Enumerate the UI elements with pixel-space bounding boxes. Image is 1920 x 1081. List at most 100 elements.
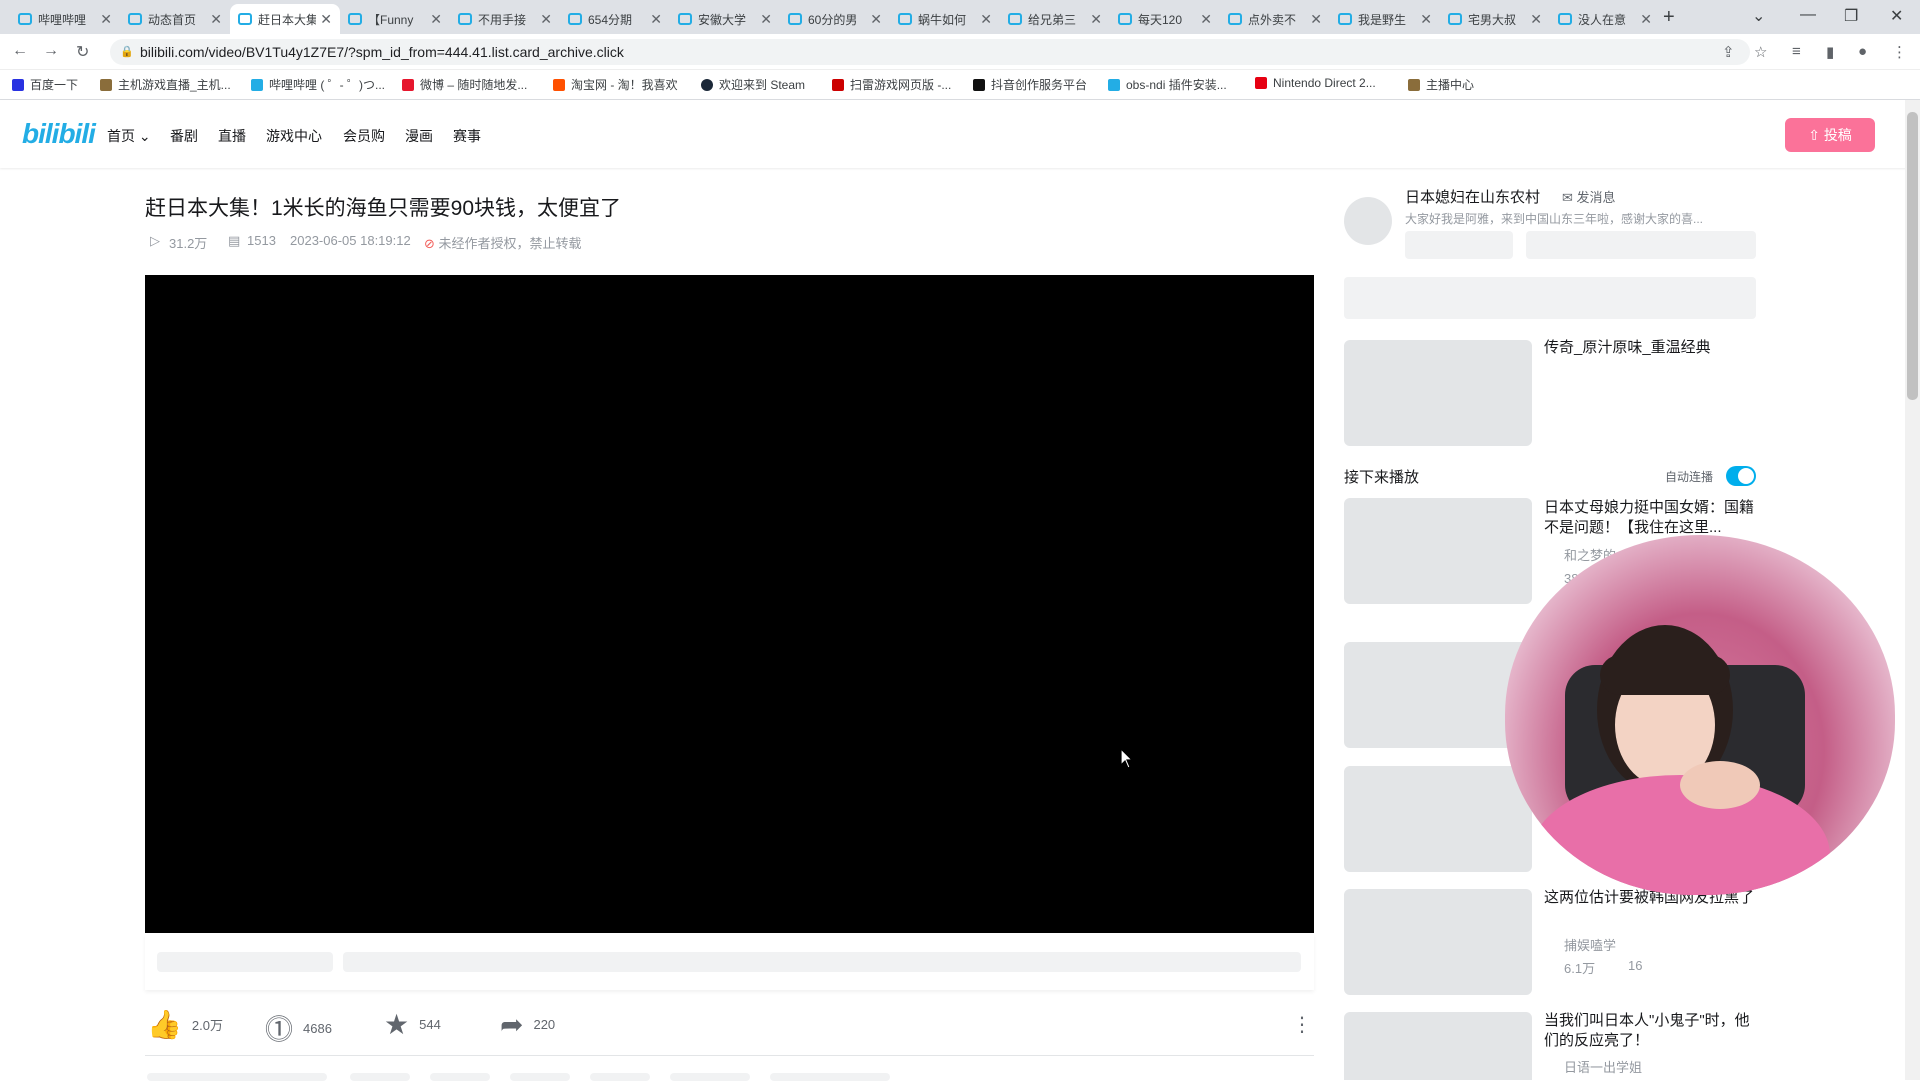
- bookmark-item[interactable]: 主播中心: [1408, 76, 1474, 93]
- coin-button[interactable]: ⓵ 4686: [265, 1008, 332, 1048]
- view-count: 31.2万: [169, 236, 208, 251]
- ad-thumbnail[interactable]: [1344, 340, 1532, 446]
- browser-tab-bar: 哔哩哔哩 ✕ 动态首页 ✕ 赶日本大集 ✕ 【Funny ✕ 不用手接 ✕ 654分期 ✕ …: [0, 0, 1920, 34]
- close-icon[interactable]: ✕: [1090, 11, 1102, 28]
- browser-tab-active[interactable]: 赶日本大集 ✕: [230, 4, 340, 34]
- close-icon[interactable]: ✕: [100, 11, 112, 28]
- browser-tab[interactable]: 没人在意 ✕: [1550, 4, 1660, 34]
- nav-bangumi[interactable]: 番剧: [170, 126, 198, 146]
- video-player[interactable]: [145, 275, 1314, 933]
- tab-search-icon[interactable]: ⌄: [1752, 6, 1765, 26]
- skeleton-placeholder: [157, 952, 333, 972]
- share-button[interactable]: ➦ 220: [500, 1008, 555, 1041]
- video-card-title[interactable]: 日本丈母娘力挺中国女婿：国籍不是问题！【我住在这里...: [1544, 498, 1756, 538]
- favorite-button[interactable]: ★ 544: [384, 1008, 441, 1041]
- autoplay-toggle[interactable]: [1726, 466, 1756, 486]
- bookmark-item[interactable]: 百度一下: [12, 76, 78, 93]
- bookmark-item[interactable]: 淘宝网 - 淘！我喜欢: [553, 76, 678, 93]
- close-icon[interactable]: ✕: [1640, 11, 1652, 28]
- nav-game-center[interactable]: 游戏中心: [266, 126, 322, 146]
- upload-icon: ⇧: [1808, 127, 1820, 143]
- close-icon[interactable]: ✕: [760, 11, 772, 28]
- site-header: bilibili 首页 ⌄ 番剧 直播 游戏中心 会员购 漫画 赛事 ⇧ 投稿: [0, 100, 1920, 168]
- video-card-thumbnail[interactable]: [1344, 766, 1532, 872]
- play-count-icon: ▷: [150, 233, 160, 248]
- more-options-icon[interactable]: ⋮: [1292, 1012, 1312, 1037]
- send-message-button[interactable]: ✉ 发消息: [1562, 187, 1616, 206]
- media-icon[interactable]: ≡: [1792, 43, 1801, 60]
- nav-vip-shop[interactable]: 会员购: [343, 126, 385, 146]
- menu-icon[interactable]: ⋮: [1892, 43, 1907, 61]
- back-icon[interactable]: ←: [12, 42, 28, 60]
- bookmarks-bar: 百度一下 主机游戏直播_主机... 哔哩哔哩 ( ゜- ゜)つ... 微博 – …: [0, 70, 1920, 100]
- bilibili-logo[interactable]: bilibili: [22, 118, 96, 150]
- bookmark-item[interactable]: obs-ndi 插件安装...: [1108, 76, 1227, 93]
- bookmark-item[interactable]: 欢迎来到 Steam: [701, 76, 805, 93]
- browser-tab[interactable]: 安徽大学 ✕: [670, 4, 780, 34]
- uploader-name[interactable]: 日本媳妇在山东农村: [1405, 186, 1540, 207]
- bilibili-tab-icon: [898, 13, 912, 25]
- reload-icon[interactable]: ↻: [76, 42, 89, 62]
- share-icon[interactable]: ⇪: [1722, 43, 1735, 61]
- nav-manga[interactable]: 漫画: [405, 126, 433, 146]
- bookmark-item[interactable]: 主机游戏直播_主机...: [100, 76, 231, 93]
- profile-icon[interactable]: ●: [1858, 43, 1867, 60]
- close-icon[interactable]: ✕: [980, 11, 992, 28]
- close-window-icon[interactable]: ✕: [1890, 6, 1903, 26]
- close-icon[interactable]: ✕: [540, 11, 552, 28]
- scrollbar-thumb[interactable]: [1907, 112, 1918, 400]
- close-icon[interactable]: ✕: [210, 11, 222, 28]
- like-button[interactable]: 👍 2.0万: [147, 1008, 223, 1041]
- browser-tab[interactable]: 哔哩哔哩 ✕: [10, 4, 120, 34]
- close-icon[interactable]: ✕: [1200, 11, 1212, 28]
- video-card-title[interactable]: 当我们叫日本人"小鬼子"时，他们的反应亮了！: [1544, 1011, 1756, 1051]
- restore-icon[interactable]: ❐: [1844, 6, 1858, 26]
- browser-tab[interactable]: 宅男大叔 ✕: [1440, 4, 1550, 34]
- close-icon[interactable]: ✕: [1310, 11, 1322, 28]
- bookmark-item[interactable]: 哔哩哔哩 ( ゜- ゜)つ...: [251, 76, 385, 93]
- close-icon[interactable]: ✕: [650, 11, 662, 28]
- bookmark-item[interactable]: 抖音创作服务平台: [973, 76, 1087, 93]
- minimize-icon[interactable]: —: [1800, 6, 1816, 24]
- browser-tab[interactable]: 我是野生 ✕: [1330, 4, 1440, 34]
- close-icon[interactable]: ✕: [1530, 11, 1542, 28]
- bookmark-star-icon[interactable]: ☆: [1754, 43, 1767, 61]
- close-icon[interactable]: ✕: [320, 11, 332, 28]
- browser-tab[interactable]: 点外卖不 ✕: [1220, 4, 1330, 34]
- bilibili-tab-icon: [128, 13, 142, 25]
- url-field[interactable]: 🔒 bilibili.com/video/BV1Tu4y1Z7E7/?spm_id…: [110, 39, 1750, 65]
- browser-tab[interactable]: 【Funny ✕: [340, 4, 450, 34]
- nav-esports[interactable]: 赛事: [453, 126, 481, 146]
- browser-tab[interactable]: 60分的男 ✕: [780, 4, 890, 34]
- video-card-thumbnail[interactable]: [1344, 642, 1532, 748]
- nav-home[interactable]: 首页 ⌄: [107, 126, 151, 146]
- browser-tab[interactable]: 每天120 ✕: [1110, 4, 1220, 34]
- video-card-author[interactable]: 日语一出学姐: [1564, 1057, 1642, 1076]
- upload-button[interactable]: ⇧ 投稿: [1785, 118, 1875, 152]
- bookmark-item[interactable]: Nintendo Direct 2...: [1255, 76, 1376, 90]
- bilibili-tab-icon: [568, 13, 582, 25]
- browser-tab[interactable]: 不用手接 ✕: [450, 4, 560, 34]
- close-icon[interactable]: ✕: [870, 11, 882, 28]
- ad-title[interactable]: 传奇_原汁原味_重温经典: [1544, 338, 1756, 358]
- video-card-author[interactable]: 捕娱嗑学: [1564, 935, 1616, 954]
- bilibili-tab-icon: [1008, 13, 1022, 25]
- video-card-thumbnail[interactable]: [1344, 498, 1532, 604]
- bookmark-item[interactable]: 微博 – 随时随地发...: [402, 76, 527, 93]
- browser-tab[interactable]: 蜗牛如何 ✕: [890, 4, 1000, 34]
- uploader-avatar[interactable]: [1344, 197, 1392, 245]
- browser-tab[interactable]: 654分期 ✕: [560, 4, 670, 34]
- mouse-cursor-icon: [1120, 748, 1134, 769]
- browser-tab[interactable]: 给兄弟三 ✕: [1000, 4, 1110, 34]
- bookmark-item[interactable]: 扫雷游戏网页版 -...: [832, 76, 951, 93]
- browser-tab[interactable]: 动态首页 ✕: [120, 4, 230, 34]
- nav-live[interactable]: 直播: [218, 126, 246, 146]
- close-icon[interactable]: ✕: [1420, 11, 1432, 28]
- side-panel-icon[interactable]: ▮: [1826, 43, 1834, 61]
- bilibili-tab-icon: [1448, 13, 1462, 25]
- video-card-thumbnail[interactable]: [1344, 1012, 1532, 1080]
- close-icon[interactable]: ✕: [430, 11, 442, 28]
- video-card-thumbnail[interactable]: [1344, 889, 1532, 995]
- forward-icon[interactable]: →: [43, 42, 59, 60]
- new-tab-icon[interactable]: +: [1663, 6, 1675, 29]
